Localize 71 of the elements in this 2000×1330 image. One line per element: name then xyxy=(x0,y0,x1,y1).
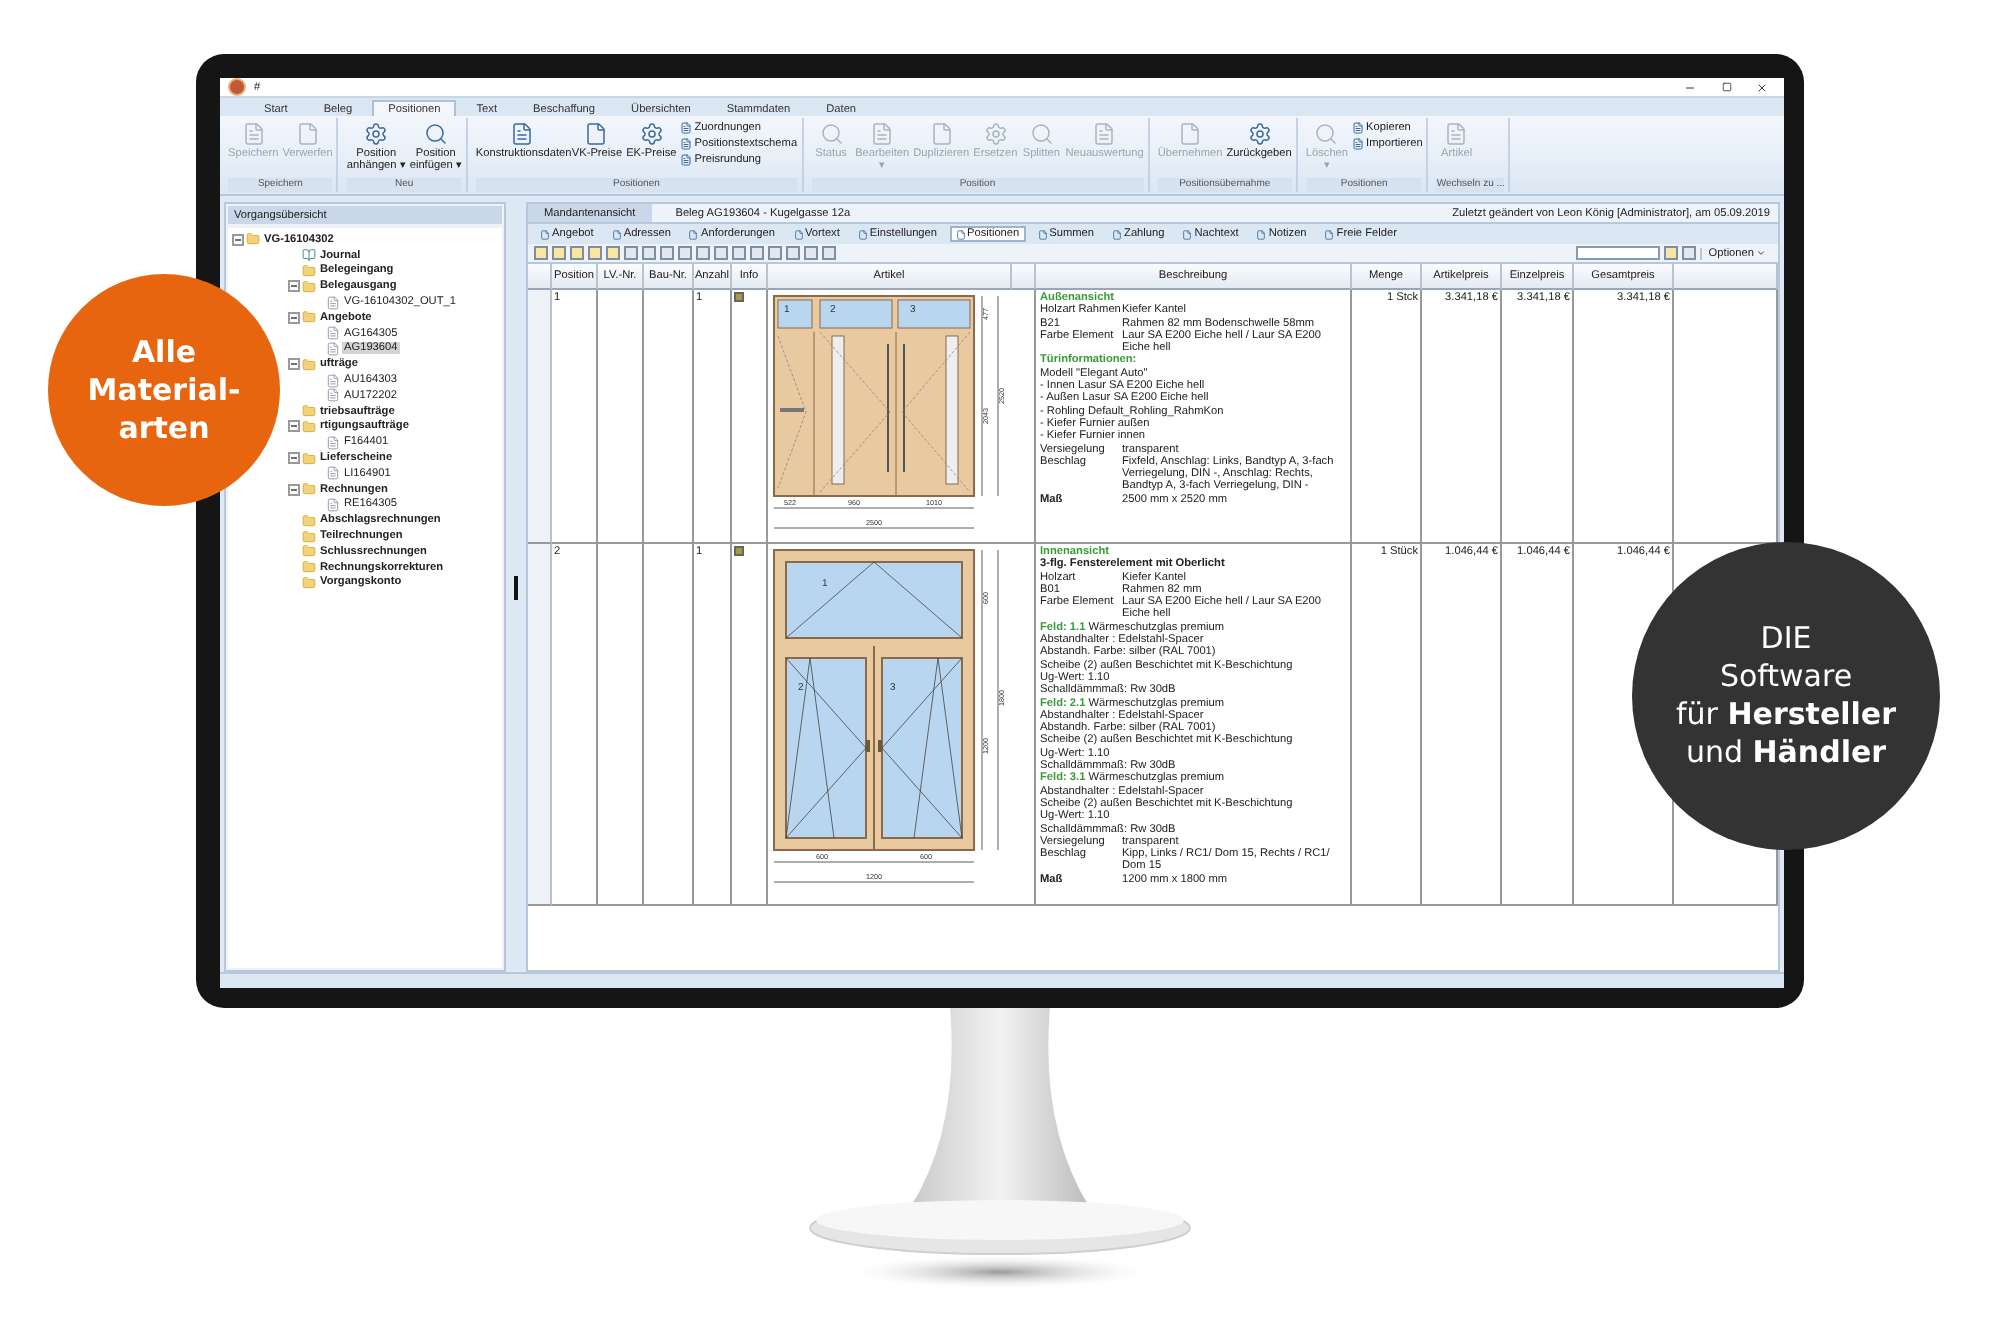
gear-icon xyxy=(983,122,1008,146)
search-icon xyxy=(1029,122,1054,146)
search-icon xyxy=(1314,122,1339,146)
page-icon xyxy=(540,229,550,239)
restore-icon xyxy=(1721,82,1731,92)
page-icon xyxy=(1112,229,1123,239)
column-header-blank xyxy=(1012,264,1036,290)
document-icon xyxy=(680,138,693,150)
document-icon xyxy=(326,466,340,481)
page-icon xyxy=(1256,229,1267,239)
gear-icon xyxy=(364,122,389,146)
minimize-icon xyxy=(1684,81,1696,93)
collapse-icon[interactable] xyxy=(288,311,300,324)
column-header-blank xyxy=(1674,264,1778,290)
page-icon xyxy=(688,229,699,239)
row-header[interactable] xyxy=(528,290,552,544)
page-icon xyxy=(857,229,868,239)
document-icon xyxy=(1352,122,1365,134)
page-icon xyxy=(793,229,803,239)
search-field[interactable] xyxy=(1576,246,1661,260)
document-icon xyxy=(680,154,693,166)
document-icon xyxy=(680,122,693,134)
badge-text: für Hersteller xyxy=(1676,696,1896,734)
collapse-icon[interactable] xyxy=(288,420,300,433)
page-icon xyxy=(295,122,320,146)
document-icon xyxy=(870,122,895,146)
folder-icon xyxy=(302,357,316,372)
caret-icon xyxy=(1756,248,1766,258)
document-icon xyxy=(326,497,340,512)
gear-icon xyxy=(1247,122,1272,146)
document-icon xyxy=(509,122,534,146)
row-header-corner xyxy=(528,264,552,290)
collapse-icon[interactable] xyxy=(232,233,244,246)
document-icon xyxy=(1092,122,1117,146)
app-logo-icon xyxy=(228,78,246,96)
badge-text: und Händler xyxy=(1685,734,1887,772)
search-icon xyxy=(819,122,844,146)
page-icon xyxy=(929,122,954,146)
folder-icon xyxy=(302,310,316,325)
page-icon xyxy=(1182,229,1193,239)
book-icon xyxy=(302,248,316,263)
page-icon xyxy=(1037,229,1048,239)
page-icon xyxy=(1178,122,1203,146)
badge-text: Software xyxy=(1719,658,1853,696)
gear-icon xyxy=(639,122,664,146)
page-icon xyxy=(611,229,622,239)
page-icon xyxy=(584,122,609,146)
document-icon xyxy=(1444,122,1469,146)
close-icon xyxy=(1756,81,1768,93)
collapse-icon[interactable] xyxy=(288,280,300,293)
page-icon xyxy=(1324,229,1335,239)
document-icon xyxy=(326,435,340,450)
info-icon[interactable] xyxy=(734,546,744,556)
badge-text: DIE xyxy=(1760,620,1812,658)
page-icon xyxy=(955,229,966,239)
collapse-icon[interactable] xyxy=(288,452,300,465)
badge-text: arten xyxy=(118,409,210,447)
document-icon xyxy=(326,295,340,310)
splitter-handle[interactable] xyxy=(514,575,518,599)
search-icon xyxy=(423,122,448,146)
document-icon xyxy=(1352,138,1365,150)
folder-icon xyxy=(246,232,260,247)
folder-icon xyxy=(302,482,316,497)
collapse-icon[interactable] xyxy=(288,358,300,371)
badge-text: Alle xyxy=(131,333,197,371)
badge-text: Material- xyxy=(87,371,241,409)
document-icon xyxy=(241,122,266,146)
collapse-icon[interactable] xyxy=(288,483,300,496)
folder-icon xyxy=(302,451,316,466)
row-header[interactable] xyxy=(528,544,552,906)
info-icon[interactable] xyxy=(734,292,744,302)
